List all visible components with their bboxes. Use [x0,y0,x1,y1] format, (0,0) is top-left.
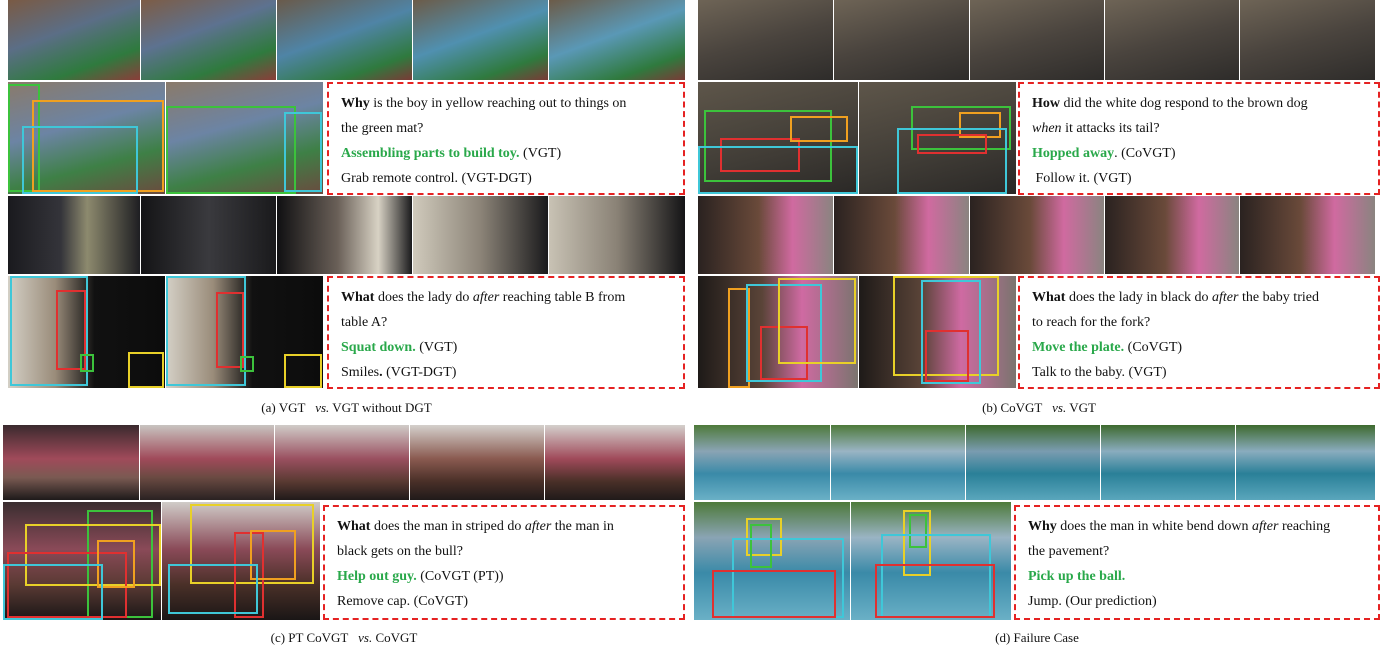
correct-answer: Pick up the ball. [1028,569,1126,584]
annotated-frame [8,82,165,194]
bbox-green [80,354,94,372]
annotated-frame [851,502,1011,620]
wrong-answer: Smiles [341,365,380,380]
qa-box: Why is the boy in yellow reaching out to… [327,82,685,195]
video-frame [970,196,1104,274]
video-frame [275,425,409,500]
qa-box: Why does the man in white bend down afte… [1014,505,1380,620]
bbox-cyan [22,126,138,194]
video-frame [277,196,412,274]
qa-box: What does the lady in black do after the… [1018,276,1380,389]
correct-answer: Assembling parts to build toy. [341,146,520,161]
video-frame [698,196,833,274]
caption-c: (c) PT CoVGT vs. CoVGT [270,630,418,645]
video-frame [410,425,544,500]
bbox-cyan [698,146,858,194]
video-frame [3,425,139,500]
video-frame [698,0,833,80]
video-frame [141,196,276,274]
video-frame [545,425,685,500]
video-frame [966,425,1100,500]
wrong-answer: Follow it. (VGT) [1035,171,1132,186]
bbox-yellow [778,278,856,364]
annotated-frame [694,502,850,620]
annotated-frame [166,276,323,388]
qa-box: How did the white dog respond to the bro… [1018,82,1380,195]
bbox-green [240,356,254,372]
bbox-green [166,106,296,194]
annotated-frame [8,276,165,388]
qa-box: What does the lady do after reaching tab… [327,276,685,389]
wrong-answer: Jump. (Our prediction) [1028,594,1157,609]
video-frame [141,0,276,80]
video-frame [140,425,274,500]
video-frame [549,0,685,80]
video-frame [1105,196,1239,274]
bbox-cyan [3,564,103,620]
bbox-red [925,330,969,382]
video-frame [831,425,965,500]
video-frame [8,0,140,80]
video-frame [834,0,969,80]
video-frame [1236,425,1375,500]
caption-a: (a) VGT vs. VGT without DGT [261,400,432,415]
video-frame [8,196,140,274]
video-frame [1101,425,1235,500]
bbox-cyan [168,564,258,614]
correct-answer: Help out guy. [337,569,417,584]
video-frame [277,0,412,80]
video-frame [1105,0,1239,80]
qa-box: What does the man in striped do after th… [323,505,685,620]
annotated-frame [166,82,323,194]
video-frame [1240,196,1375,274]
wrong-answer: Remove cap. (CoVGT) [337,594,469,609]
caption-b: (b) CoVGT vs. VGT [982,400,1096,415]
video-frame [970,0,1104,80]
bbox-cyan [284,112,322,192]
annotated-frame [698,82,858,194]
annotated-frame [3,502,161,620]
bbox-orange [790,116,848,142]
correct-answer: Squat down. [341,340,416,355]
annotated-frame [859,82,1016,194]
video-frame [834,196,969,274]
video-frame [413,196,548,274]
video-frame [549,196,685,274]
bbox-cyan [897,128,1007,194]
annotated-frame [859,276,1016,388]
video-frame [694,425,830,500]
bbox-red [875,564,995,618]
wrong-answer: Talk to the baby. (VGT) [1032,365,1167,380]
bbox-red [712,570,836,618]
wrong-answer: Grab remote control. (VGT-DGT) [341,171,532,186]
annotated-frame [698,276,858,388]
annotated-frame [162,502,320,620]
correct-answer: Hopped away [1032,146,1115,161]
video-frame [413,0,548,80]
correct-answer: Move the plate. [1032,340,1125,355]
caption-d: (d) Failure Case [995,630,1079,645]
video-frame [1240,0,1375,80]
bbox-yellow [284,354,322,388]
bbox-yellow [128,352,164,388]
